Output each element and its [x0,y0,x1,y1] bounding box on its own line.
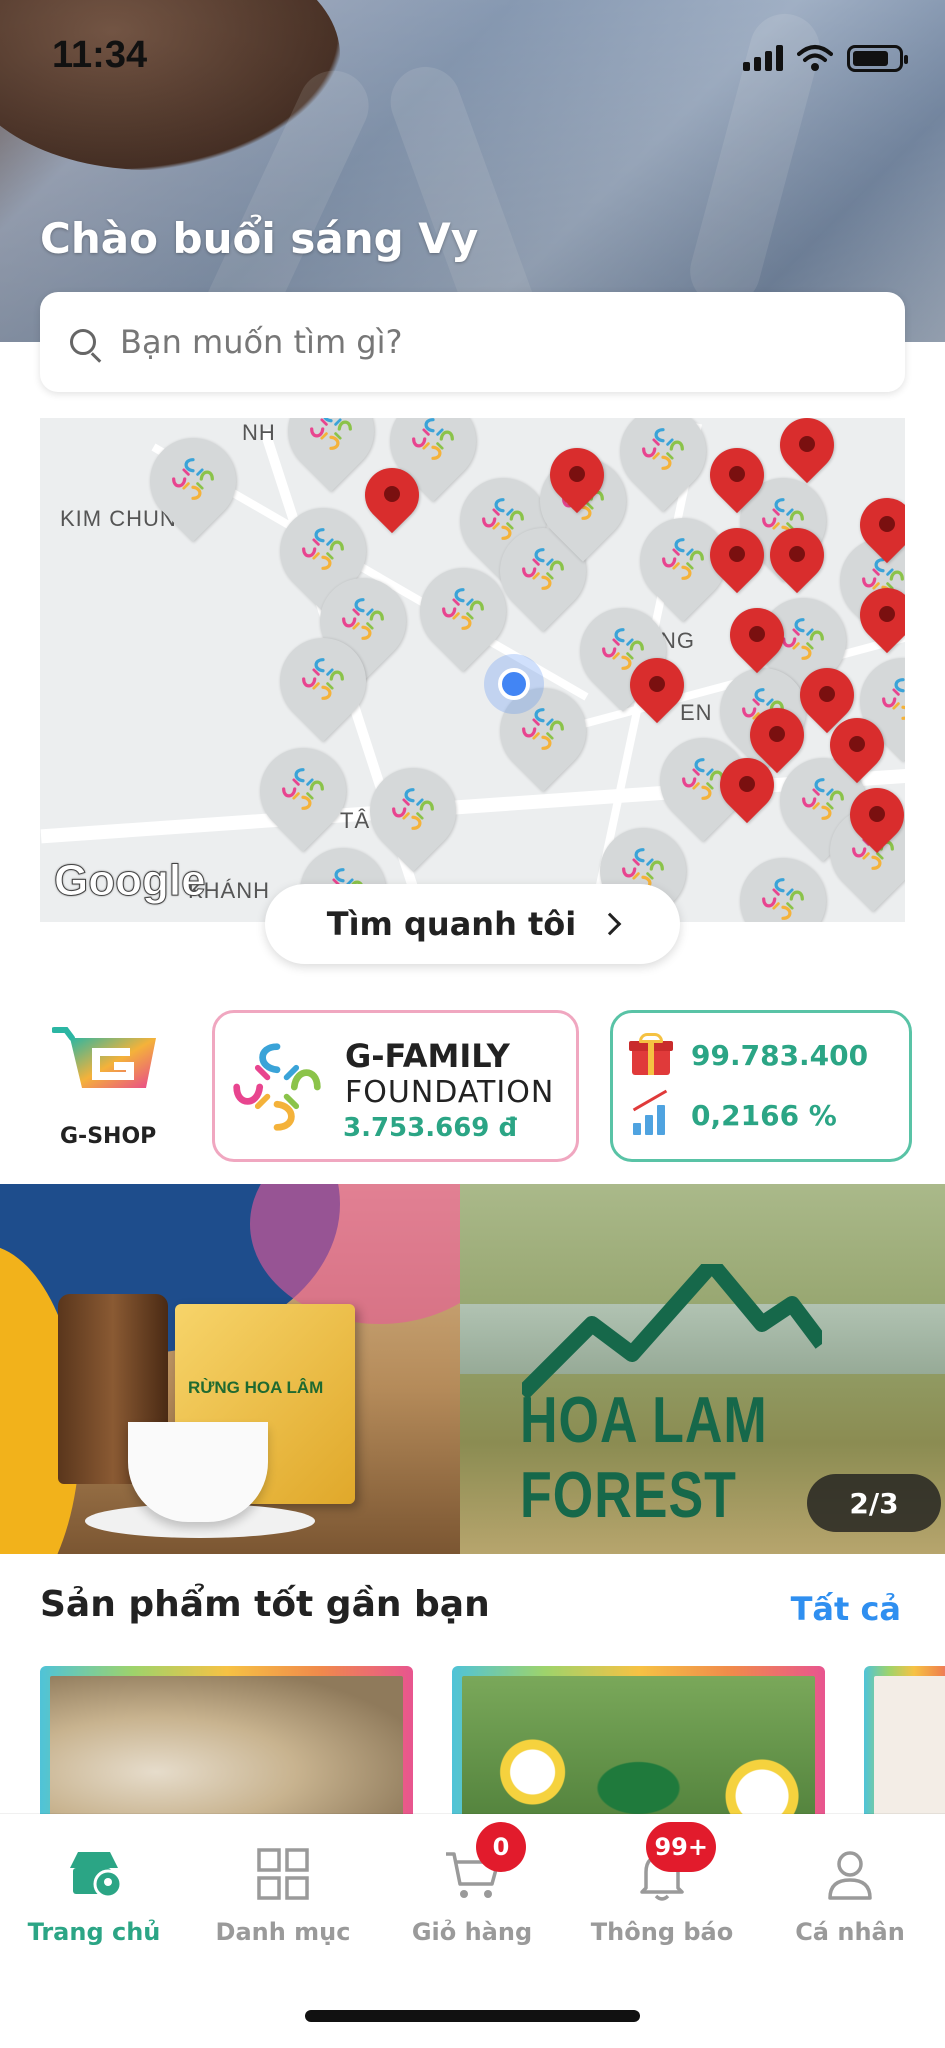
reward-value: 99.783.400 [691,1038,869,1072]
rewards-card[interactable]: 99.783.400 0,2166 % [610,1010,912,1162]
store-pin[interactable] [722,840,844,922]
growth-chart-icon [629,1089,673,1137]
product-image [50,1676,403,1816]
map-pin-red[interactable] [353,456,431,538]
coffee-brand-label: RỪNG HOA LÂM [188,1378,324,1397]
search-placeholder: Bạn muốn tìm gì? [120,323,403,361]
store-pin[interactable] [270,418,392,492]
grid-icon [253,1844,313,1904]
tab-profile[interactable]: Cá nhân [770,1844,930,1946]
store-map[interactable]: NH KIM CHUN NG EN TÂ RU KHÁNH Google [40,418,905,922]
map-pin-red[interactable] [818,706,896,788]
notification-badge: 99+ [646,1822,716,1872]
greeting-text: Chào buổi sáng Vy [40,214,479,263]
tab-cart[interactable]: 0 Giỏ hàng [392,1822,552,1946]
foundation-subtitle: FOUNDATION [345,1075,555,1110]
search-input[interactable]: Bạn muốn tìm gì? [40,292,905,392]
status-time: 11:34 [52,34,148,76]
current-location-icon [484,654,544,714]
bell-icon: 99+ [632,1822,716,1904]
gift-icon [629,1033,673,1077]
promo-banner-carousel[interactable]: RỪNG HOA LÂM HOA LAM FOREST 2/3 [0,1184,945,1554]
find-nearby-button[interactable]: Tìm quanh tôi [265,884,680,964]
banner-pager: 2/3 [807,1474,941,1532]
store-pin[interactable] [402,550,524,672]
store-pin[interactable] [262,620,384,742]
store-pin[interactable] [602,418,724,512]
gshop-label: G-SHOP [60,1124,157,1149]
home-shop-icon [64,1844,124,1904]
tab-label: Danh mục [215,1918,351,1946]
battery-icon [847,44,908,72]
product-card[interactable] [452,1666,825,1816]
status-bar: 11:34 [0,0,945,110]
store-pin[interactable] [132,420,254,542]
foundation-title: G-FAMILY [345,1037,510,1075]
chevron-right-icon [598,912,622,936]
tab-notifications[interactable]: 99+ Thông báo [582,1822,742,1946]
status-icons [743,44,908,72]
coffee-banner-image: RỪNG HOA LÂM [0,1184,460,1554]
gshop-button[interactable]: G-SHOP [40,1016,165,1152]
cart-icon: 0 [442,1822,526,1904]
tab-categories[interactable]: Danh mục [203,1844,363,1946]
home-indicator [305,2010,640,2022]
see-all-link[interactable]: Tất cả [791,1590,901,1628]
tab-label: Cá nhân [795,1918,905,1946]
wifi-icon [797,45,833,71]
map-pin-red[interactable] [758,516,836,598]
gfamily-logo-icon [229,1039,325,1135]
cellular-signal-icon [743,45,783,71]
map-pin-red[interactable] [848,576,905,658]
tab-home[interactable]: Trang chủ [14,1844,174,1946]
tab-label: Thông báo [590,1918,734,1946]
product-image [874,1676,945,1816]
google-logo: Google [54,856,207,906]
store-pin[interactable] [242,730,364,852]
tab-label: Giỏ hàng [411,1918,533,1946]
tab-label: Trang chủ [27,1918,161,1946]
product-card[interactable] [864,1666,945,1816]
section-title: Sản phẩm tốt gần bạn [40,1584,490,1625]
foundation-amount: 3.753.669 đ [343,1113,518,1143]
product-image [462,1676,815,1816]
map-pin-red[interactable] [838,776,905,858]
map-pin-red[interactable] [538,436,616,518]
map-label: EN [680,700,713,725]
map-pin-red[interactable] [618,646,696,728]
user-icon [820,1844,880,1904]
map-pin-red[interactable] [718,596,796,678]
map-pin-red[interactable] [848,486,905,568]
product-card[interactable] [40,1666,413,1816]
rate-value: 0,2166 % [691,1098,837,1132]
find-nearby-label: Tìm quanh tôi [326,905,577,943]
gshop-cart-icon [52,1027,156,1088]
map-pin-red[interactable] [768,418,846,488]
map-label: NH [242,420,276,445]
gfamily-foundation-card[interactable]: G-FAMILY FOUNDATION 3.753.669 đ [212,1010,579,1162]
cart-badge: 0 [476,1822,526,1872]
map-pin-red[interactable] [708,746,786,828]
map-pin-red[interactable] [698,436,776,518]
map-pin-red[interactable] [698,516,776,598]
search-icon [70,329,96,355]
